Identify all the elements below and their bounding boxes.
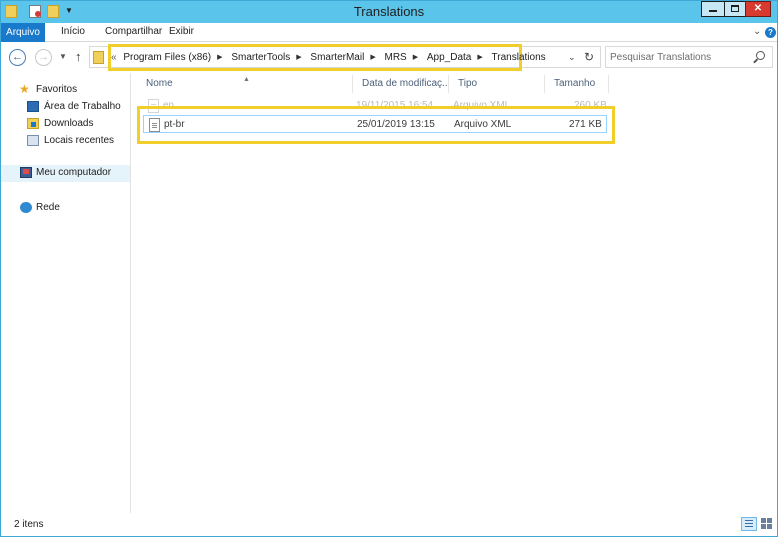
recent-places-icon [27, 135, 39, 146]
sort-ascending-icon: ▲ [243, 76, 250, 83]
tab-inicio[interactable]: Início [61, 26, 85, 37]
file-size: 271 KB [569, 119, 602, 130]
column-header-name[interactable]: ▲ Nome [137, 75, 353, 93]
close-icon: ✕ [753, 3, 763, 14]
status-bar: 2 itens [1, 513, 777, 536]
file-list: ▲ Nome Data de modificaç... Tipo Tamanho… [137, 73, 777, 513]
breadcrumb-item[interactable]: SmarterMail [310, 52, 364, 63]
nav-label: Meu computador [36, 167, 112, 178]
maximize-button[interactable] [724, 1, 746, 17]
tab-arquivo[interactable]: Arquivo [1, 23, 45, 42]
star-icon: ★ [19, 82, 30, 96]
chevron-right-icon[interactable]: ▶ [413, 53, 418, 61]
expand-ribbon-icon[interactable]: ⌄ [753, 26, 761, 37]
nav-item-meu-computador[interactable]: Meu computador [1, 165, 130, 182]
recent-locations-dropdown-icon[interactable]: ▼ [59, 52, 67, 61]
file-row[interactable]: pt-br 25/01/2019 13:15 Arquivo XML 271 K… [143, 115, 607, 133]
breadcrumb-item[interactable]: MRS [384, 52, 406, 63]
column-header-label: Nome [146, 78, 173, 89]
title-bar: ▼ Translations ✕ [1, 1, 777, 23]
item-count: 2 itens [14, 519, 44, 530]
nav-item-favoritos[interactable]: ★ Favoritos [19, 82, 119, 98]
close-button[interactable]: ✕ [745, 1, 771, 17]
nav-item-rede[interactable]: Rede [20, 200, 120, 216]
nav-label: Downloads [44, 118, 94, 129]
search-box [605, 46, 773, 68]
up-button[interactable]: ↑ [75, 49, 82, 64]
chevron-right-icon[interactable]: ▶ [477, 53, 482, 61]
column-header-type[interactable]: Tipo [449, 75, 545, 93]
downloads-icon [27, 118, 39, 129]
search-icon[interactable] [756, 51, 765, 60]
navigation-bar: ← → ▼ ↑ « Program Files (x86) ▶ SmarterTo… [1, 43, 777, 73]
nav-item-downloads[interactable]: Downloads [27, 116, 127, 132]
nav-label: Área de Trabalho [44, 101, 121, 112]
chevron-right-icon[interactable]: ▶ [370, 53, 375, 61]
file-name: pt-br [164, 119, 185, 130]
minimize-button[interactable] [701, 1, 725, 17]
window-title: Translations [353, 4, 425, 19]
nav-item-locais-recentes[interactable]: Locais recentes [27, 133, 127, 149]
nav-item-area-de-trabalho[interactable]: Área de Trabalho [27, 99, 127, 115]
address-dropdown-icon[interactable]: ⌄ [568, 52, 576, 63]
network-icon [20, 202, 32, 213]
tab-exibir[interactable]: Exibir [169, 26, 194, 37]
large-icons-view-icon[interactable] [761, 518, 773, 530]
tab-compartilhar[interactable]: Compartilhar [105, 26, 162, 37]
refresh-icon[interactable]: ↻ [584, 50, 594, 64]
desktop-icon [27, 101, 39, 112]
minimize-icon [709, 10, 717, 12]
maximize-icon [731, 5, 739, 12]
address-bar[interactable]: « Program Files (x86) ▶ SmarterTools ▶ Sma… [89, 44, 601, 71]
file-modified: 25/01/2019 13:15 [357, 119, 435, 130]
xml-file-icon [149, 118, 160, 132]
details-view-icon[interactable] [741, 517, 757, 531]
help-icon[interactable]: ? [765, 27, 776, 38]
file-type: Arquivo XML [454, 119, 512, 130]
chevron-right-icon[interactable]: ▶ [296, 53, 301, 61]
nav-label: Favoritos [36, 84, 78, 95]
column-header-date[interactable]: Data de modificaç... [353, 75, 449, 93]
nav-label: Rede [36, 202, 60, 213]
column-header-size[interactable]: Tamanho [545, 75, 609, 93]
breadcrumb-overflow[interactable]: « [111, 52, 117, 63]
forward-button[interactable]: → [35, 49, 52, 66]
computer-icon [20, 167, 32, 178]
ribbon-tabs: Arquivo Início Compartilhar Exibir ⌄ ? [1, 23, 777, 42]
nav-label: Locais recentes [44, 135, 115, 146]
explorer-window: ▼ Translations ✕ Arquivo Início Comparti… [0, 0, 778, 537]
navigation-pane: ★ Favoritos Área de Trabalho Downloads L… [1, 73, 131, 513]
breadcrumb-item[interactable]: Translations [492, 52, 546, 63]
folder-icon [93, 51, 104, 64]
breadcrumb: « Program Files (x86) ▶ SmarterTools ▶ Sma… [111, 52, 546, 63]
back-button[interactable]: ← [9, 49, 26, 66]
search-input[interactable] [610, 50, 750, 64]
breadcrumb-item[interactable]: Program Files (x86) [123, 52, 211, 63]
breadcrumb-item[interactable]: SmarterTools [231, 52, 290, 63]
breadcrumb-item[interactable]: App_Data [427, 52, 471, 63]
chevron-right-icon[interactable]: ▶ [217, 53, 222, 61]
